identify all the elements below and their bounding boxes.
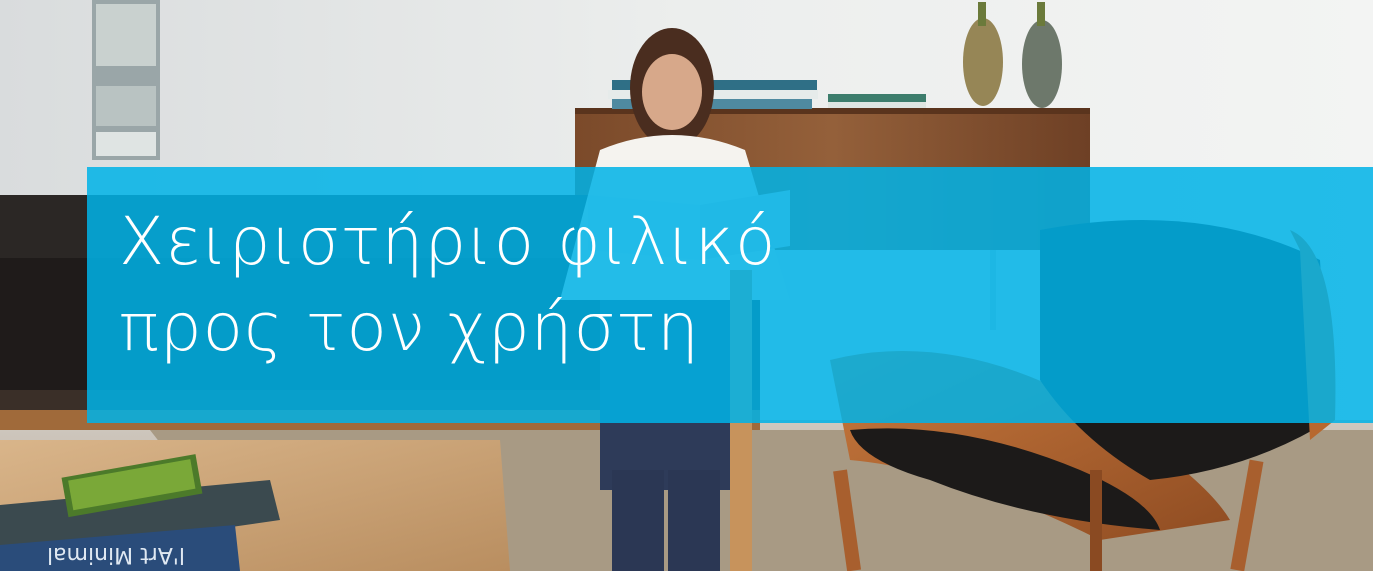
hero-banner: l'Art Minimal Χειριστήριο φιλικό προς το…	[0, 0, 1373, 571]
book-spine-text: l'Art Minimal	[47, 542, 185, 567]
headline-line-2: προς τον χρήστη	[119, 289, 700, 366]
headline-banner: Χειριστήριο φιλικό προς τον χρήστη	[87, 167, 1373, 423]
headline-line-1: Χειριστήριο φιλικό	[119, 203, 777, 280]
